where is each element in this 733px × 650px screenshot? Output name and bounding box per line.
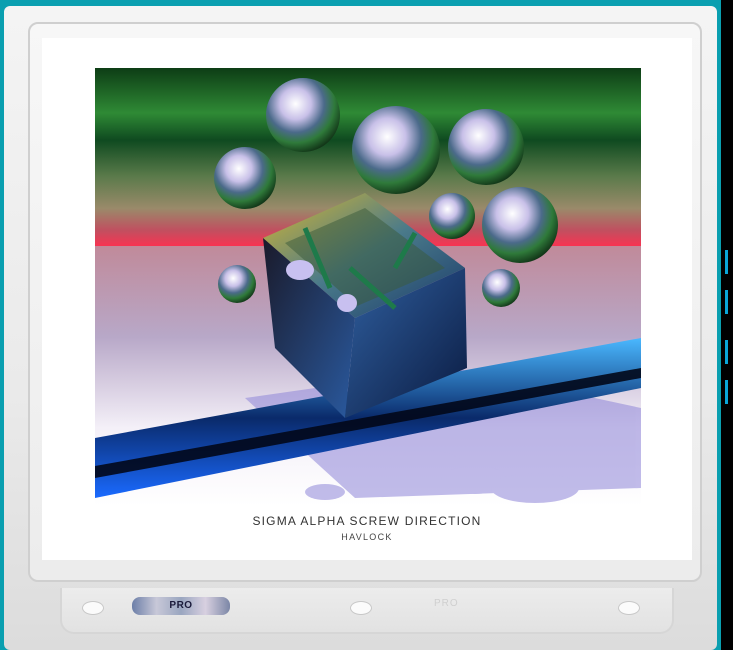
edge-mark: [725, 250, 728, 274]
artwork-image: [95, 68, 641, 506]
embossed-brand: PRO: [434, 598, 459, 609]
edge-mark: [725, 290, 728, 314]
brand-sticker: PRO: [132, 597, 230, 615]
artist-name: HAVLOCK: [341, 532, 393, 542]
edge-mark: [725, 340, 728, 364]
artwork-title: SIGMA ALPHA SCREW DIRECTION: [252, 514, 482, 528]
punch-hole: [350, 601, 372, 615]
right-edge-strip: [721, 0, 733, 650]
punch-hole: [82, 601, 104, 615]
edge-mark: [725, 380, 728, 404]
punch-hole: [618, 601, 640, 615]
